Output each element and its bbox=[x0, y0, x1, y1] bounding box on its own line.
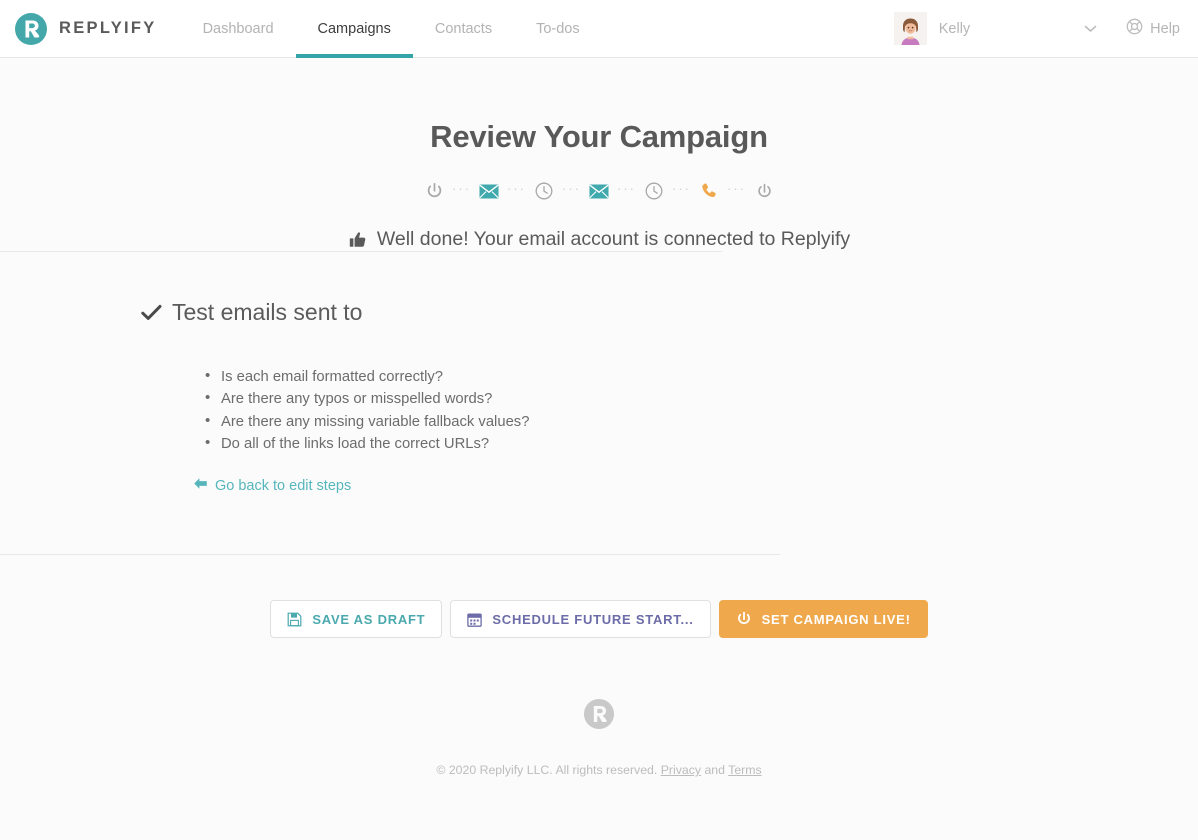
go-back-label: Go back to edit steps bbox=[215, 477, 352, 494]
nav-tab-dashboard[interactable]: Dashboard bbox=[181, 0, 296, 57]
user-menu[interactable]: Kelly bbox=[893, 12, 978, 45]
footer-and-text: and bbox=[701, 763, 729, 778]
main-nav-tabs: Dashboard Campaigns Contacts To-dos bbox=[181, 0, 602, 58]
list-item: Are there any typos or misspelled words? bbox=[205, 387, 1198, 410]
step-envelope-icon bbox=[478, 180, 500, 202]
check-icon bbox=[141, 304, 162, 322]
test-emails-heading-text: Test emails sent to bbox=[172, 299, 363, 325]
privacy-link[interactable]: Privacy bbox=[661, 763, 701, 777]
replyify-r-logo-icon bbox=[14, 12, 48, 46]
step-separator: ··· bbox=[672, 181, 691, 196]
help-link[interactable]: Help bbox=[1116, 18, 1198, 39]
list-item: Is each email formatted correctly? bbox=[205, 365, 1198, 388]
step-separator: ··· bbox=[452, 181, 471, 196]
save-as-draft-button[interactable]: SAVE AS DRAFT bbox=[270, 600, 443, 639]
footer-copyright: © 2020 Replyify LLC. All rights reserved… bbox=[0, 763, 1198, 777]
set-campaign-live-button[interactable]: SET CAMPAIGN LIVE! bbox=[718, 600, 928, 639]
step-power-icon bbox=[423, 180, 445, 202]
go-back-to-edit-steps-link[interactable]: Go back to edit steps bbox=[193, 477, 351, 494]
set-campaign-live-label: SET CAMPAIGN LIVE! bbox=[761, 611, 911, 627]
calendar-icon bbox=[467, 612, 483, 627]
chevron-down-icon[interactable] bbox=[1064, 25, 1116, 33]
footer-copyright-text: © 2020 Replyify LLC. All rights reserved… bbox=[436, 763, 661, 778]
schedule-future-start-button[interactable]: SCHEDULE FUTURE START... bbox=[450, 600, 711, 639]
email-connected-message: Well done! Your email account is connect… bbox=[0, 228, 1198, 251]
save-floppy-icon bbox=[287, 612, 302, 627]
list-item: Do all of the links load the correct URL… bbox=[205, 432, 1198, 455]
step-separator: ··· bbox=[617, 181, 636, 196]
life-ring-icon bbox=[1126, 18, 1143, 39]
step-envelope-icon bbox=[588, 180, 610, 202]
arrow-left-icon bbox=[193, 477, 208, 494]
step-separator: ··· bbox=[507, 181, 526, 196]
step-power-off-icon bbox=[753, 180, 775, 202]
user-avatar-woman bbox=[893, 12, 927, 45]
power-icon bbox=[736, 611, 752, 627]
page-footer: © 2020 Replyify LLC. All rights reserved… bbox=[0, 638, 1198, 777]
action-button-row: SAVE AS DRAFT SCHEDULE FUTURE START... S… bbox=[0, 555, 1198, 639]
campaign-step-strip: ··· ··· ··· ··· ··· ··· bbox=[0, 180, 1198, 202]
replyify-r-logo-gray-icon bbox=[0, 698, 1198, 735]
review-checklist: Is each email formatted correctly? Are t… bbox=[141, 365, 1198, 455]
user-name: Kelly bbox=[938, 20, 971, 37]
top-navbar: REPLYIFY Dashboard Campaigns Contacts To… bbox=[0, 0, 1198, 58]
step-phone-icon bbox=[698, 180, 720, 202]
nav-tab-campaigns[interactable]: Campaigns bbox=[295, 0, 414, 58]
step-clock-icon bbox=[643, 180, 665, 202]
email-connected-text: Well done! Your email account is connect… bbox=[376, 228, 851, 250]
test-emails-heading: Test emails sent to bbox=[141, 299, 1198, 326]
thumbs-up-icon bbox=[348, 230, 368, 250]
navbar-right-group: Kelly Help bbox=[893, 0, 1198, 57]
terms-link[interactable]: Terms bbox=[728, 763, 761, 777]
help-label: Help bbox=[1150, 20, 1180, 37]
save-as-draft-label: SAVE AS DRAFT bbox=[312, 611, 426, 627]
nav-tab-todos[interactable]: To-dos bbox=[514, 0, 602, 57]
brand-logo-link[interactable]: REPLYIFY bbox=[0, 0, 157, 57]
step-clock-icon bbox=[533, 180, 555, 202]
step-separator: ··· bbox=[727, 181, 746, 196]
step-separator: ··· bbox=[562, 181, 581, 196]
nav-tab-contacts[interactable]: Contacts bbox=[413, 0, 514, 57]
review-section: Test emails sent to Is each email format… bbox=[0, 252, 1198, 554]
list-item: Are there any missing variable fallback … bbox=[205, 410, 1198, 433]
schedule-future-start-label: SCHEDULE FUTURE START... bbox=[492, 611, 694, 627]
page-title: Review Your Campaign bbox=[430, 119, 768, 154]
brand-name: REPLYIFY bbox=[59, 19, 157, 37]
page-body: Review Your Campaign ··· ··· ··· ··· ···… bbox=[0, 58, 1198, 777]
